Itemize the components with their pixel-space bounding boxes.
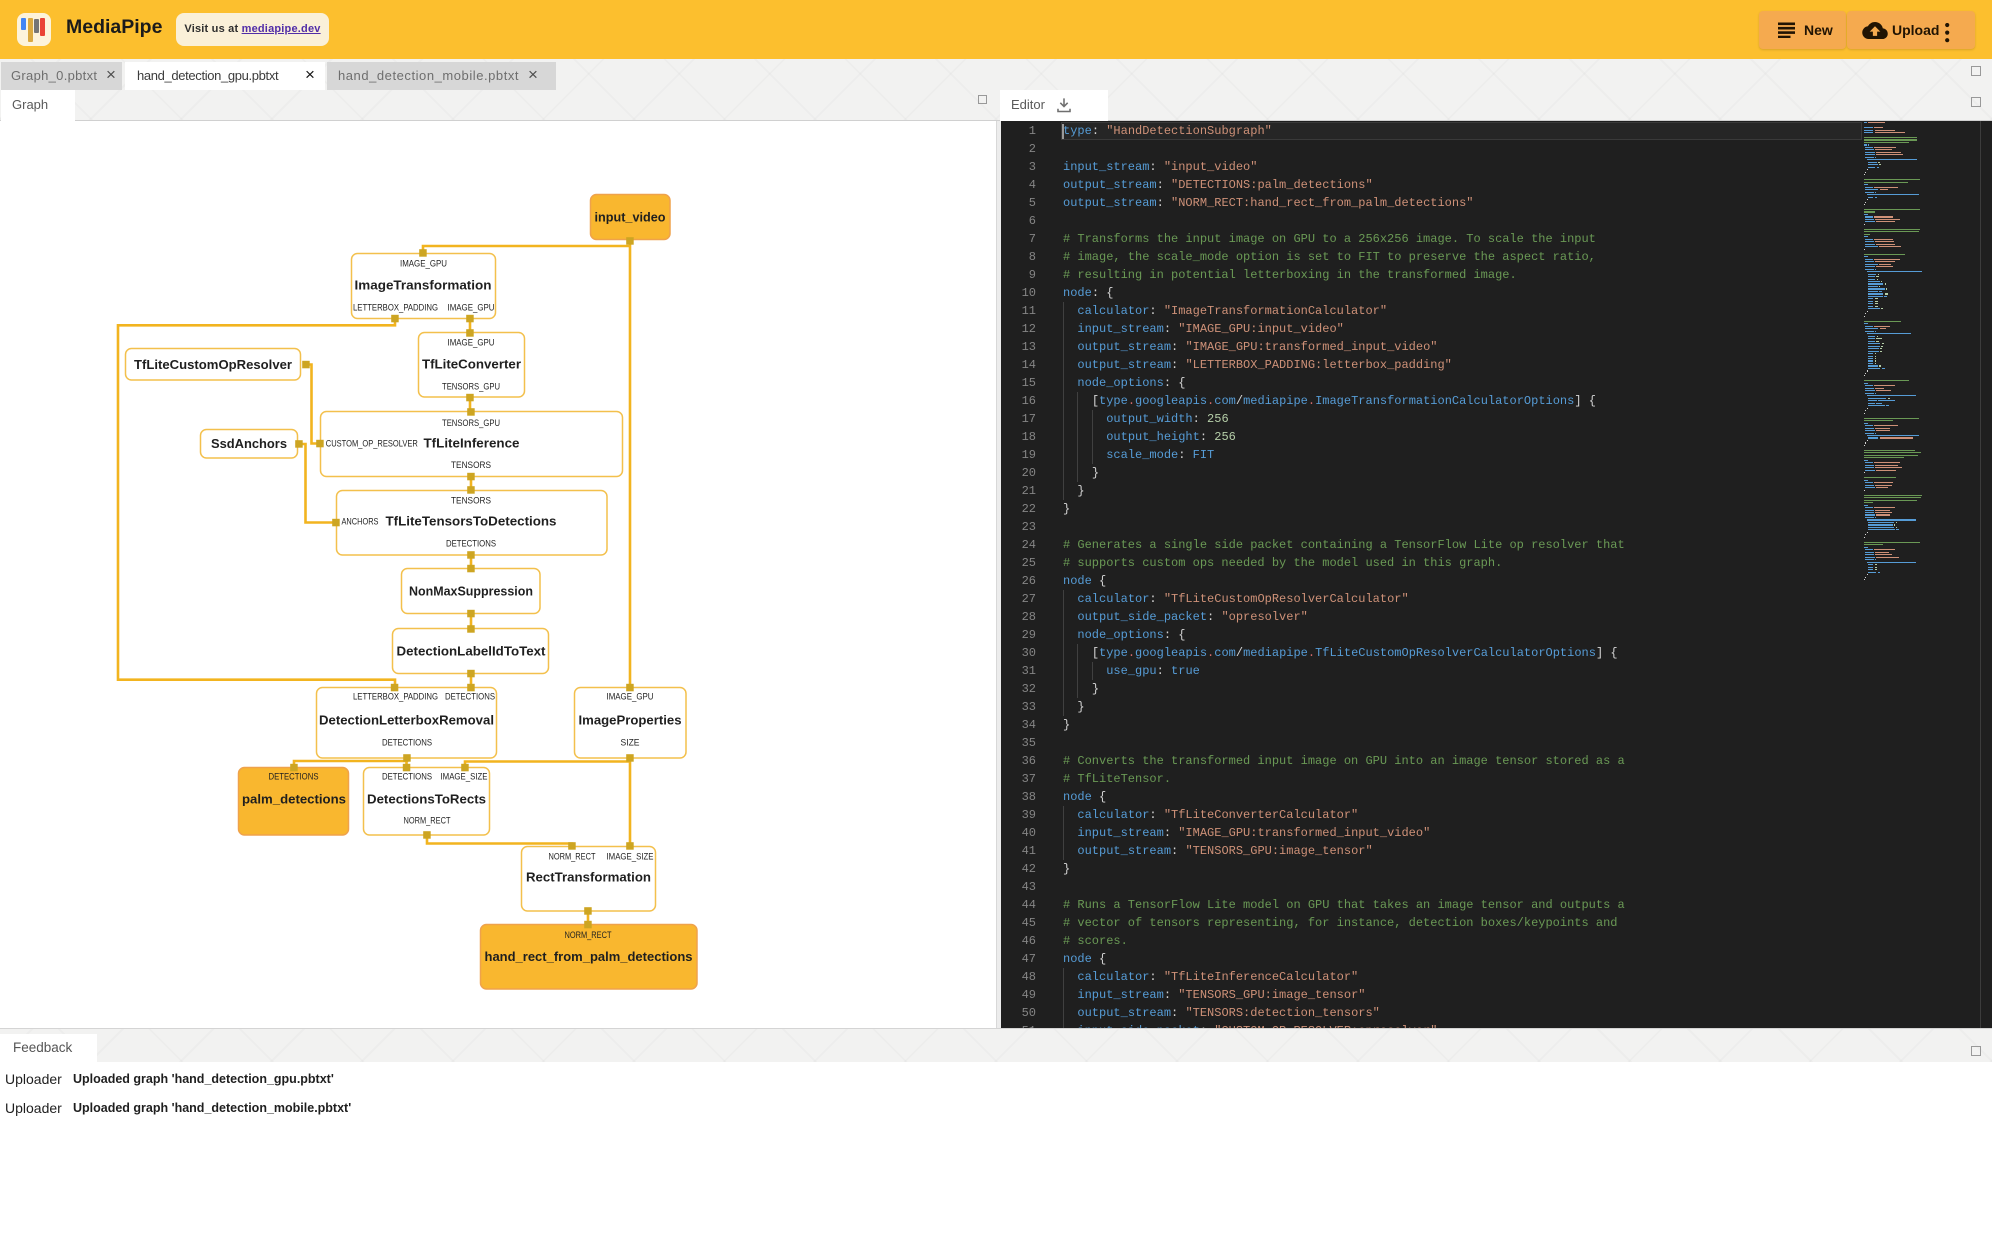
- svg-text:LETTERBOX_PADDING: LETTERBOX_PADDING: [353, 303, 438, 313]
- svg-text:TfLiteCustomOpResolver: TfLiteCustomOpResolver: [134, 357, 292, 372]
- svg-text:DETECTIONS: DETECTIONS: [382, 772, 432, 782]
- svg-text:LETTERBOX_PADDING: LETTERBOX_PADDING: [353, 692, 438, 702]
- svg-text:TENSORS: TENSORS: [451, 460, 491, 470]
- svg-text:SsdAnchors: SsdAnchors: [211, 436, 287, 451]
- svg-text:NORM_RECT: NORM_RECT: [565, 930, 612, 940]
- svg-text:ImageTransformation: ImageTransformation: [355, 278, 492, 293]
- svg-text:ANCHORS: ANCHORS: [342, 517, 379, 527]
- svg-text:NORM_RECT: NORM_RECT: [549, 852, 596, 862]
- svg-text:ImageProperties: ImageProperties: [579, 713, 682, 728]
- svg-text:TfLiteInference: TfLiteInference: [424, 436, 520, 451]
- svg-text:IMAGE_SIZE: IMAGE_SIZE: [607, 852, 654, 862]
- svg-text:DetectionLetterboxRemoval: DetectionLetterboxRemoval: [319, 713, 494, 728]
- svg-text:TfLiteTensorsToDetections: TfLiteTensorsToDetections: [386, 514, 557, 529]
- svg-text:palm_detections: palm_detections: [242, 792, 346, 807]
- svg-text:TENSORS_GPU: TENSORS_GPU: [442, 382, 500, 392]
- svg-text:NonMaxSuppression: NonMaxSuppression: [409, 584, 533, 599]
- svg-text:TfLiteConverter: TfLiteConverter: [422, 357, 521, 372]
- svg-text:TENSORS: TENSORS: [451, 496, 491, 506]
- svg-text:RectTransformation: RectTransformation: [526, 870, 651, 885]
- svg-text:DetectionLabelIdToText: DetectionLabelIdToText: [397, 644, 547, 659]
- svg-text:IMAGE_SIZE: IMAGE_SIZE: [441, 772, 488, 782]
- svg-text:IMAGE_GPU: IMAGE_GPU: [607, 692, 654, 702]
- svg-text:hand_rect_from_palm_detections: hand_rect_from_palm_detections: [485, 949, 693, 964]
- svg-text:DETECTIONS: DETECTIONS: [445, 692, 495, 702]
- svg-text:DETECTIONS: DETECTIONS: [446, 539, 496, 549]
- svg-text:DETECTIONS: DETECTIONS: [269, 772, 319, 782]
- svg-text:SIZE: SIZE: [621, 738, 640, 748]
- svg-text:TENSORS_GPU: TENSORS_GPU: [442, 418, 500, 428]
- svg-text:DetectionsToRects: DetectionsToRects: [367, 792, 486, 807]
- svg-text:IMAGE_GPU: IMAGE_GPU: [448, 338, 495, 348]
- svg-text:IMAGE_GPU: IMAGE_GPU: [448, 303, 495, 313]
- svg-text:DETECTIONS: DETECTIONS: [382, 738, 432, 748]
- svg-text:CUSTOM_OP_RESOLVER: CUSTOM_OP_RESOLVER: [326, 439, 418, 449]
- svg-text:IMAGE_GPU: IMAGE_GPU: [400, 259, 447, 269]
- svg-text:NORM_RECT: NORM_RECT: [404, 816, 451, 826]
- svg-text:input_video: input_video: [595, 210, 666, 225]
